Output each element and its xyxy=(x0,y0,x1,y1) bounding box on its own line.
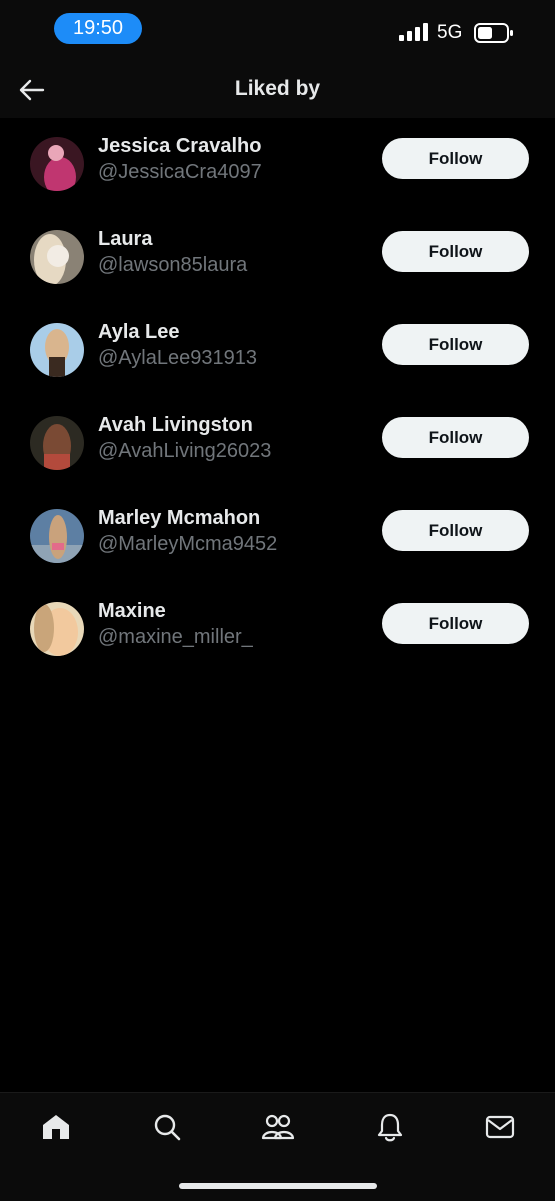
list-item[interactable]: Laura @lawson85laura Follow xyxy=(0,211,555,304)
communities-icon xyxy=(261,1114,295,1140)
nav-notifications[interactable] xyxy=(370,1109,410,1145)
nav-search[interactable] xyxy=(147,1109,187,1145)
avatar[interactable] xyxy=(30,137,84,191)
header: Liked by xyxy=(0,60,555,118)
avatar[interactable] xyxy=(30,323,84,377)
nav-messages[interactable] xyxy=(480,1109,520,1145)
nav-home[interactable] xyxy=(36,1109,76,1145)
user-name[interactable]: Avah Livingston xyxy=(98,414,253,437)
bottom-nav xyxy=(0,1092,555,1201)
avatar[interactable] xyxy=(30,509,84,563)
messages-icon xyxy=(485,1115,515,1139)
user-handle: @MarleyMcma9452 xyxy=(98,533,278,555)
home-indicator[interactable] xyxy=(179,1183,377,1189)
user-list: Jessica Cravalho @JessicaCra4097 Follow … xyxy=(0,118,555,676)
follow-button[interactable]: Follow xyxy=(382,510,529,551)
nav-communities[interactable] xyxy=(258,1109,298,1145)
notifications-icon xyxy=(377,1113,403,1142)
home-icon xyxy=(43,1115,69,1139)
user-handle: @JessicaCra4097 xyxy=(98,161,262,183)
status-bar: 19:50 5G xyxy=(0,0,555,60)
user-handle: @AylaLee931913 xyxy=(98,347,257,369)
user-handle: @lawson85laura xyxy=(98,254,248,276)
page-title: Liked by xyxy=(234,77,321,100)
user-name[interactable]: Marley Mcmahon xyxy=(98,507,260,530)
follow-button[interactable]: Follow xyxy=(382,138,529,179)
status-time: 19:50 xyxy=(54,13,142,44)
avatar[interactable] xyxy=(30,230,84,284)
follow-button[interactable]: Follow xyxy=(382,231,529,272)
user-name[interactable]: Jessica Cravalho xyxy=(98,135,261,158)
list-item[interactable]: Maxine @maxine_miller_ Follow xyxy=(0,583,555,676)
follow-button[interactable]: Follow xyxy=(382,324,529,365)
search-icon xyxy=(154,1114,181,1141)
list-item[interactable]: Jessica Cravalho @JessicaCra4097 Follow xyxy=(0,118,555,211)
user-handle: @maxine_miller_ xyxy=(98,626,253,648)
user-name[interactable]: Maxine xyxy=(98,600,166,623)
avatar[interactable] xyxy=(30,416,84,470)
signal-icon xyxy=(399,23,428,41)
user-name[interactable]: Laura xyxy=(98,228,152,251)
follow-button[interactable]: Follow xyxy=(382,417,529,458)
list-item[interactable]: Marley Mcmahon @MarleyMcma9452 Follow xyxy=(0,490,555,583)
network-label: 5G xyxy=(437,22,463,43)
list-item[interactable]: Avah Livingston @AvahLiving26023 Follow xyxy=(0,397,555,490)
user-name[interactable]: Ayla Lee xyxy=(98,321,180,344)
avatar[interactable] xyxy=(30,602,84,656)
user-handle: @AvahLiving26023 xyxy=(98,440,272,462)
battery-icon xyxy=(474,23,513,43)
follow-button[interactable]: Follow xyxy=(382,603,529,644)
list-item[interactable]: Ayla Lee @AylaLee931913 Follow xyxy=(0,304,555,397)
